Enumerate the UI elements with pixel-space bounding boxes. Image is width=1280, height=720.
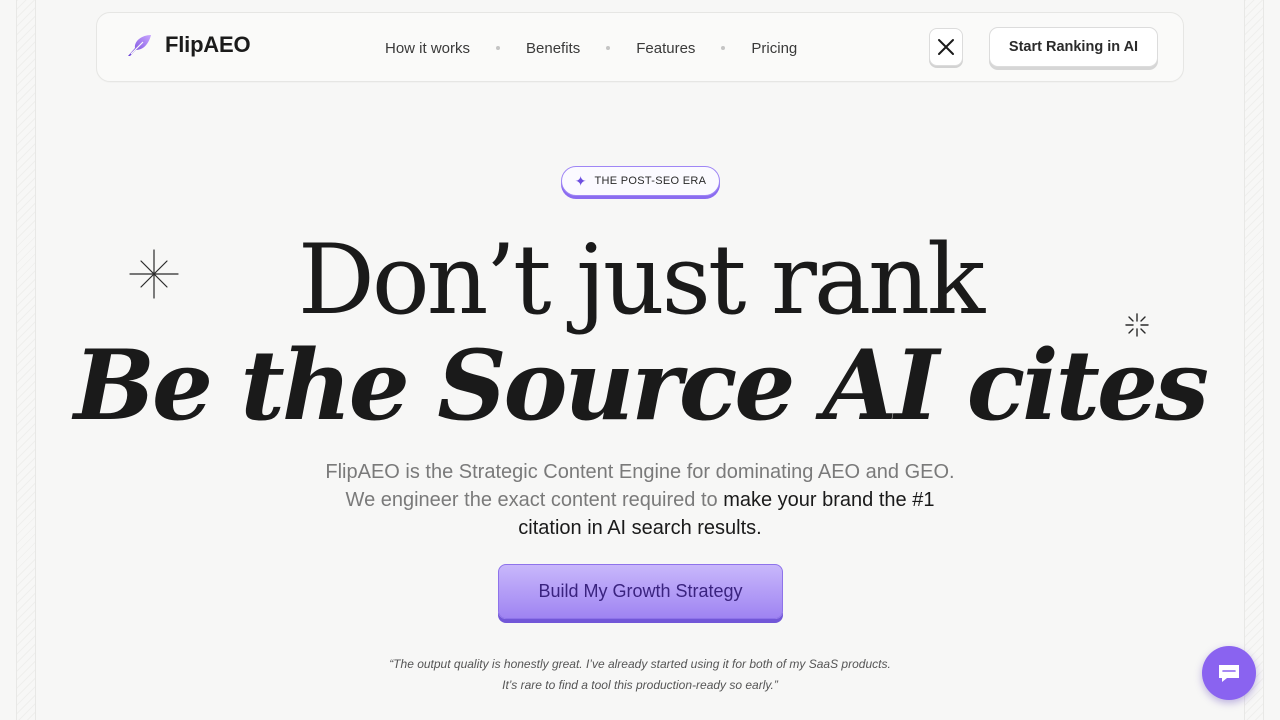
build-growth-strategy-button[interactable]: Build My Growth Strategy	[498, 564, 783, 619]
nav-link-how-it-works[interactable]: How it works	[385, 40, 470, 57]
nav-link-benefits[interactable]: Benefits	[526, 40, 580, 57]
hero-headline-line1: Don’t just rank	[297, 224, 985, 336]
testimonial-line: It’s rare to find a tool this production…	[502, 678, 778, 692]
nav-separator-dot	[721, 46, 726, 50]
primary-nav: How it works Benefits Features Pricing	[385, 13, 797, 83]
x-twitter-icon	[938, 39, 954, 55]
nav-separator-dot	[606, 46, 611, 50]
brand-name: FlipAEO	[165, 32, 251, 57]
testimonial-line: “The output quality is honestly great. I…	[389, 657, 891, 671]
era-badge: ✦ THE POST-SEO ERA	[561, 166, 720, 196]
hero-headline-line2: Be the Source AI cites	[73, 329, 1209, 442]
testimonial-quote: “The output quality is honestly great. I…	[320, 654, 960, 696]
chat-bubble-icon	[1219, 665, 1239, 682]
hero-subtext: FlipAEO is the Strategic Content Engine …	[320, 458, 960, 542]
top-navbar: FlipAEO How it works Benefits Features P…	[96, 12, 1184, 82]
start-ranking-button[interactable]: Start Ranking in AI	[989, 27, 1158, 67]
nav-separator-dot	[496, 46, 501, 50]
nav-link-pricing[interactable]: Pricing	[751, 40, 797, 57]
feather-logo-icon	[128, 35, 151, 56]
chat-widget-button[interactable]	[1202, 646, 1256, 700]
nav-link-features[interactable]: Features	[636, 40, 695, 57]
era-badge-label: THE POST-SEO ERA	[594, 175, 707, 187]
brand-logo[interactable]: FlipAEO	[125, 31, 251, 59]
x-social-button[interactable]	[929, 28, 963, 66]
sparkle-icon: ✦	[574, 173, 587, 189]
